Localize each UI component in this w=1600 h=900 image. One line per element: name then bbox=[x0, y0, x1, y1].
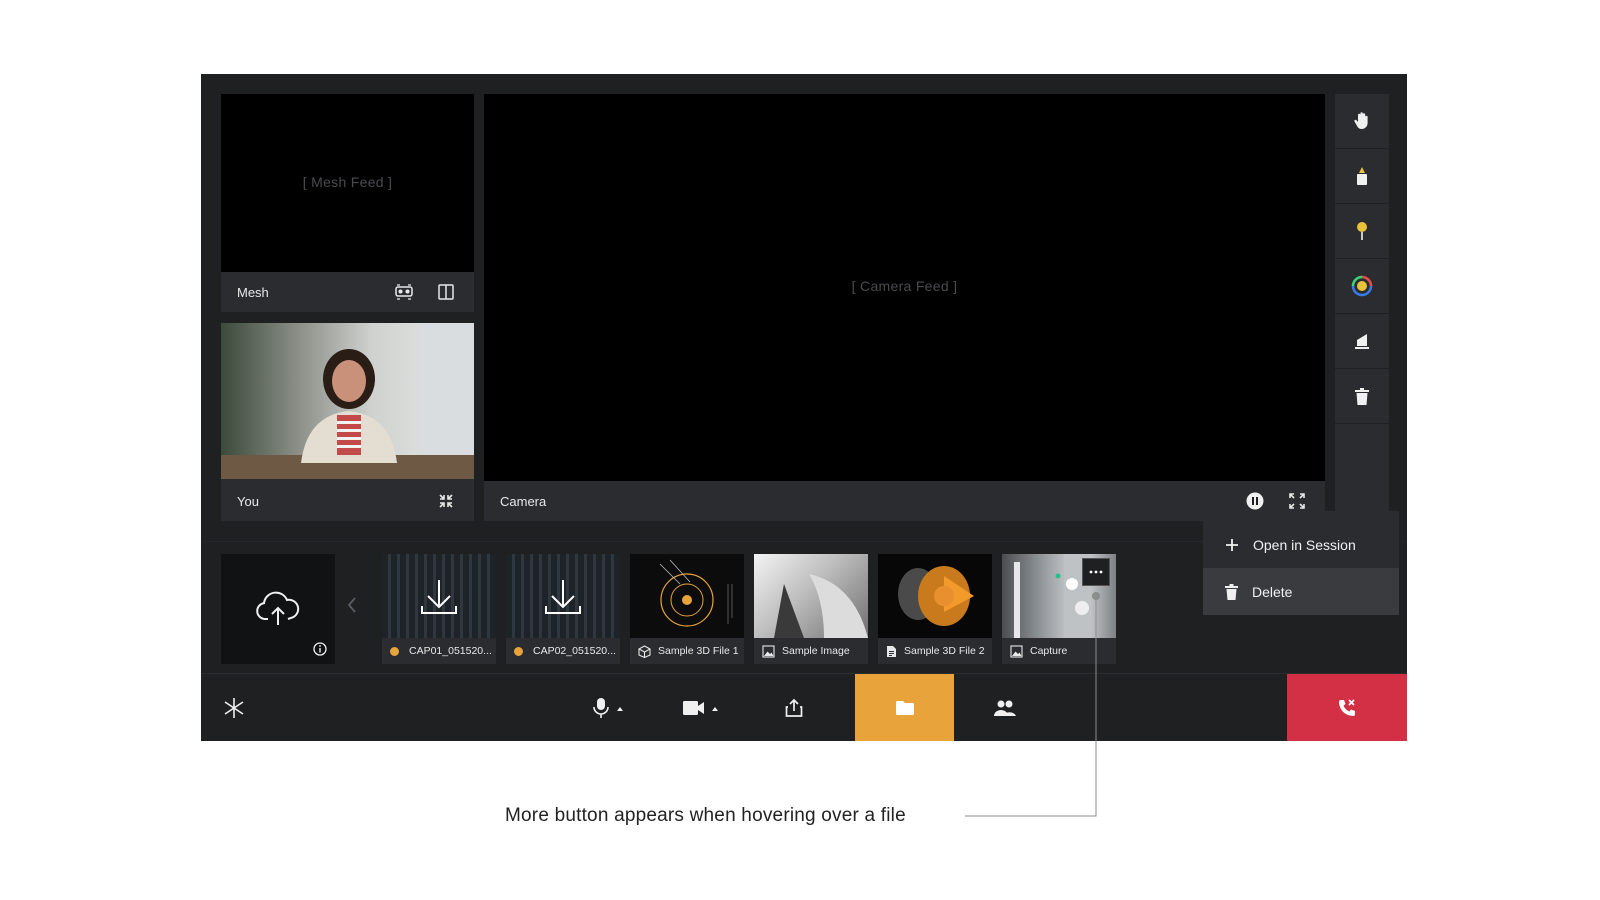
status-dot bbox=[390, 646, 399, 656]
cube-icon bbox=[638, 644, 651, 658]
file-name: CAP02_051520... bbox=[533, 645, 616, 657]
highlighter-icon[interactable] bbox=[1335, 149, 1389, 204]
status-dot bbox=[514, 646, 523, 656]
split-view-icon[interactable] bbox=[434, 280, 458, 304]
info-icon[interactable] bbox=[313, 642, 327, 656]
end-call-icon bbox=[1339, 698, 1355, 716]
delete-menu-item[interactable]: Delete bbox=[1203, 568, 1399, 615]
cloud-upload-icon bbox=[256, 591, 300, 625]
eraser-icon[interactable] bbox=[1335, 314, 1389, 369]
session-window: [ Mesh Feed ] Mesh You [Camera Feed] C… bbox=[201, 74, 1407, 741]
file-caption: Sample Image bbox=[754, 638, 868, 664]
annotation-toolbar bbox=[1335, 94, 1389, 520]
file-name: Sample Image bbox=[782, 645, 850, 657]
file-caption: Sample 3D File 1 bbox=[630, 638, 744, 664]
file-card[interactable]: CAP01_051520... bbox=[382, 554, 496, 664]
download-icon bbox=[545, 580, 581, 614]
file-card[interactable]: CAP02_051520... bbox=[506, 554, 620, 664]
microphone-icon bbox=[593, 697, 623, 718]
more-icon bbox=[1089, 570, 1103, 574]
mesh-label: Mesh bbox=[237, 284, 269, 300]
file-thumbnail bbox=[878, 554, 992, 638]
image-icon bbox=[1010, 644, 1023, 658]
image-icon bbox=[762, 644, 775, 658]
mesh-tile: [ Mesh Feed ] Mesh bbox=[221, 94, 474, 312]
file-name: Capture bbox=[1030, 645, 1068, 657]
file-caption: CAP02_051520... bbox=[506, 638, 620, 664]
camera-tile: [ Camera Feed ] Camera bbox=[484, 94, 1325, 521]
file-name: Sample 3D File 2 bbox=[904, 645, 985, 657]
more-button[interactable] bbox=[1082, 558, 1110, 586]
file-card[interactable]: Sample 3D File 2 bbox=[878, 554, 992, 664]
camera-tile-bar: Camera bbox=[484, 481, 1325, 521]
you-label: You bbox=[237, 493, 259, 509]
plus-icon bbox=[1226, 538, 1238, 551]
mesh-tile-bar: Mesh bbox=[221, 272, 474, 312]
file-name: Sample 3D File 1 bbox=[658, 645, 739, 657]
folder-icon bbox=[895, 700, 914, 715]
microphone-button[interactable] bbox=[583, 674, 633, 741]
video-button[interactable] bbox=[676, 674, 726, 741]
color-picker-icon[interactable] bbox=[1335, 259, 1389, 314]
open-in-session-menu-item[interactable]: Open in Session bbox=[1203, 521, 1399, 568]
call-control-bar bbox=[201, 673, 1407, 741]
pin-icon[interactable] bbox=[1335, 204, 1389, 259]
file-card[interactable]: Sample Image bbox=[754, 554, 868, 664]
fullscreen-icon[interactable] bbox=[1285, 489, 1309, 513]
files-button[interactable] bbox=[855, 674, 954, 741]
hand-icon[interactable] bbox=[1335, 94, 1389, 149]
file-caption: Capture bbox=[1002, 638, 1116, 664]
you-tile: You bbox=[221, 323, 474, 521]
video-camera-icon bbox=[683, 700, 718, 715]
pause-icon[interactable] bbox=[1243, 489, 1267, 513]
you-video bbox=[221, 323, 474, 479]
file-thumbnail bbox=[754, 554, 868, 638]
file-caption: Sample 3D File 2 bbox=[878, 638, 992, 664]
participants-button[interactable] bbox=[980, 674, 1030, 741]
share-button[interactable] bbox=[769, 674, 819, 741]
scroll-left-icon[interactable] bbox=[347, 596, 357, 619]
document-icon bbox=[887, 645, 896, 657]
mesh-feed: [ Mesh Feed ] bbox=[221, 94, 474, 272]
annotation-text: More button appears when hovering over a… bbox=[505, 805, 906, 826]
file-thumbnail bbox=[382, 554, 496, 638]
trash-icon bbox=[1225, 583, 1238, 600]
minimize-icon[interactable] bbox=[434, 489, 458, 513]
person-avatar bbox=[221, 323, 474, 479]
file-name: CAP01_051520... bbox=[409, 645, 492, 657]
download-icon bbox=[421, 580, 457, 614]
end-call-button[interactable] bbox=[1287, 674, 1407, 741]
logo-icon[interactable] bbox=[219, 674, 249, 741]
camera-feed: [ Camera Feed ] bbox=[484, 94, 1325, 481]
camera-label: Camera bbox=[500, 493, 547, 509]
trash-icon[interactable] bbox=[1335, 369, 1389, 424]
file-context-menu: Open in Session Delete bbox=[1203, 511, 1399, 615]
share-screen-icon bbox=[785, 698, 803, 717]
file-thumbnail bbox=[506, 554, 620, 638]
you-tile-bar: You bbox=[221, 481, 474, 521]
file-caption: CAP01_051520... bbox=[382, 638, 496, 664]
upload-button[interactable] bbox=[221, 554, 335, 664]
vr-headset-icon[interactable] bbox=[392, 280, 416, 304]
mesh-feed-placeholder: [ Mesh Feed ] bbox=[302, 174, 393, 190]
participants-icon bbox=[994, 700, 1016, 716]
camera-feed-placeholder: [ Camera Feed ] bbox=[851, 278, 958, 294]
file-card[interactable]: Sample 3D File 1 bbox=[630, 554, 744, 664]
file-card-hovered[interactable]: Capture bbox=[1002, 554, 1116, 664]
menu-item-label: Delete bbox=[1252, 583, 1293, 600]
file-thumbnail bbox=[630, 554, 744, 638]
menu-item-label: Open in Session bbox=[1253, 536, 1356, 553]
